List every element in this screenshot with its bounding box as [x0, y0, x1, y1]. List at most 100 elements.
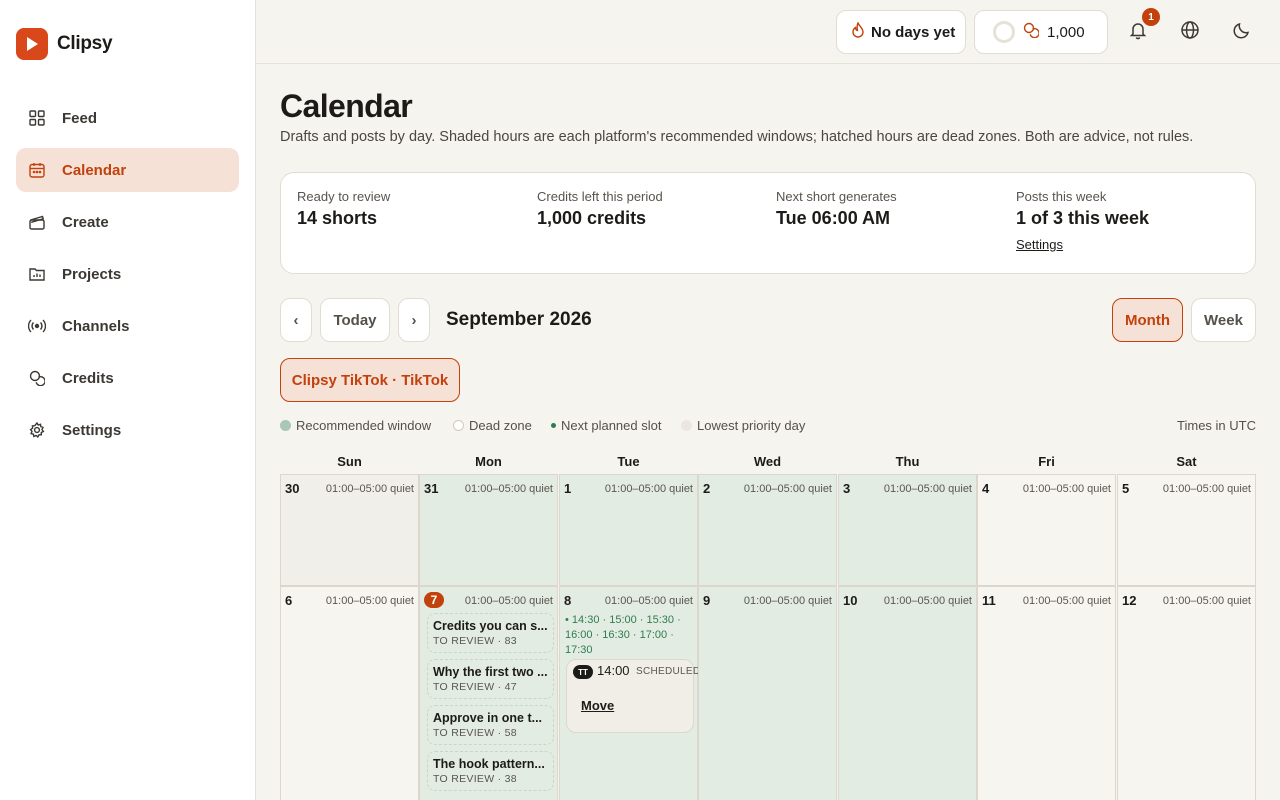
day-cell[interactable]: 3 01:00–05:00 quiet: [838, 474, 977, 586]
credits-value: 1,000: [1047, 23, 1085, 41]
draft-meta: TO REVIEW · 47: [433, 681, 517, 693]
draft-title: Approve in one t...: [433, 711, 543, 725]
weekday-label: Thu: [895, 454, 920, 469]
draft-meta: TO REVIEW · 38: [433, 773, 517, 785]
moon-icon: [1232, 20, 1252, 45]
next-slot-dot-icon: [551, 423, 556, 428]
play-logo-icon: [16, 28, 48, 60]
quiet-hours-label: 01:00–05:00 quiet: [883, 595, 972, 607]
sidebar-item-create[interactable]: Create: [16, 200, 239, 244]
sidebar: Clipsy Feed Calendar Create Projects Cha…: [0, 0, 256, 800]
day-cell[interactable]: 11 01:00–05:00 quiet: [977, 586, 1116, 800]
day-cell-today[interactable]: 7 01:00–05:00 quiet Credits you can s...…: [419, 586, 558, 800]
draft-title: The hook pattern...: [433, 757, 545, 771]
settings-link[interactable]: Settings: [1016, 237, 1063, 252]
draft-card[interactable]: Why the first two ... TO REVIEW · 47: [427, 659, 554, 699]
day-cell[interactable]: 6 01:00–05:00 quiet: [280, 586, 419, 800]
draft-meta: TO REVIEW · 83: [433, 635, 517, 647]
clapper-icon: [28, 213, 46, 231]
draft-title: Why the first two ...: [433, 665, 548, 679]
calendar-icon: [28, 161, 46, 179]
day-cell[interactable]: 8 01:00–05:00 quiet • 14:30 · 15:00 · 15…: [559, 586, 700, 800]
quiet-hours-label: 01:00–05:00 quiet: [883, 483, 972, 495]
stat-posts-this-week: Posts this week 1 of 3 this week Setting…: [1016, 189, 1149, 254]
lowest-priority-swatch-icon: [681, 420, 692, 431]
stat-value: 1,000 credits: [537, 208, 647, 228]
day-cell[interactable]: 2 01:00–05:00 quiet: [698, 474, 837, 586]
page-subtitle: Drafts and posts by day. Shaded hours ar…: [280, 129, 1194, 145]
recommended-swatch-icon: [280, 420, 291, 431]
draft-card[interactable]: Approve in one t... TO REVIEW · 58: [427, 705, 554, 745]
sidebar-item-label: Channels: [62, 317, 130, 335]
coins-icon: [28, 369, 46, 387]
quiet-hours-label: 01:00–05:00 quiet: [1162, 595, 1251, 607]
quiet-hours-label: 01:00–05:00 quiet: [604, 483, 693, 495]
grid-icon: [28, 109, 46, 127]
day-number: 12: [1122, 593, 1137, 608]
day-cell[interactable]: 30 01:00–05:00 quiet: [280, 474, 419, 586]
weekday-label: Sun: [337, 454, 362, 469]
sidebar-item-credits[interactable]: Credits: [16, 356, 239, 400]
planned-slots[interactable]: • 14:30 · 15:00 · 15:30 · 16:00 · 16:30 …: [565, 613, 693, 658]
day-number: 10: [843, 593, 858, 608]
scheduled-status: SCHEDULED: [636, 666, 701, 677]
day-cell[interactable]: 12 01:00–05:00 quiet: [1117, 586, 1256, 800]
globe-icon: [1180, 20, 1200, 45]
day-number: 5: [1122, 481, 1130, 496]
legend-label: Lowest priority day: [697, 418, 806, 433]
quiet-hours-label: 01:00–05:00 quiet: [604, 595, 693, 607]
notifications-button[interactable]: 1: [1122, 8, 1160, 48]
app-logo[interactable]: Clipsy: [16, 28, 113, 60]
legend-label: Next planned slot: [561, 418, 662, 433]
move-button[interactable]: Move: [581, 698, 614, 713]
sidebar-item-label: Projects: [62, 265, 122, 283]
day-cell[interactable]: 9 01:00–05:00 quiet: [698, 586, 837, 800]
legend-dead-zone: Dead zone: [453, 418, 532, 433]
scheduled-post-card[interactable]: TT 14:00 SCHEDULED Move: [566, 659, 700, 733]
day-cell[interactable]: 5 01:00–05:00 quiet: [1117, 474, 1256, 586]
next-month-button[interactable]: ›: [398, 298, 430, 342]
flame-icon: [851, 21, 865, 42]
prev-month-button[interactable]: ‹: [280, 298, 312, 342]
day-number: 3: [843, 481, 851, 496]
language-button[interactable]: [1174, 16, 1206, 48]
day-cell[interactable]: 4 01:00–05:00 quiet: [977, 474, 1116, 586]
draft-card[interactable]: The hook pattern... TO REVIEW · 38: [427, 751, 554, 791]
view-month-button[interactable]: Month: [1112, 298, 1183, 342]
streak-pill[interactable]: No days yet: [836, 10, 966, 54]
sidebar-item-calendar[interactable]: Calendar: [16, 148, 239, 192]
sidebar-item-label: Settings: [62, 421, 122, 439]
draft-card[interactable]: Credits you can s... TO REVIEW · 83: [427, 613, 554, 653]
day-cell[interactable]: 1 01:00–05:00 quiet: [559, 474, 698, 586]
month-label: September 2026: [446, 309, 592, 330]
today-button[interactable]: Today: [320, 298, 390, 342]
timezone-label: Times in UTC: [1177, 418, 1256, 433]
draft-title: Credits you can s...: [433, 619, 548, 633]
theme-toggle-button[interactable]: [1226, 16, 1258, 48]
stat-label: Posts this week: [1016, 189, 1107, 204]
weekday-label: Fri: [1038, 454, 1055, 469]
sidebar-item-projects[interactable]: Projects: [16, 252, 239, 296]
weekday-label: Wed: [753, 454, 782, 469]
view-week-button[interactable]: Week: [1191, 298, 1256, 342]
sidebar-item-channels[interactable]: Channels: [16, 304, 239, 348]
credits-pill[interactable]: 1,000: [974, 10, 1108, 54]
stat-next-short: Next short generates Tue 06:00 AM: [776, 189, 897, 229]
stat-value: 14 shorts: [297, 208, 378, 228]
sidebar-item-label: Create: [62, 213, 109, 231]
page-title: Calendar: [280, 88, 413, 124]
day-number: 31: [424, 481, 439, 496]
day-cell[interactable]: 10 01:00–05:00 quiet: [838, 586, 977, 800]
topbar: No days yet 1,000 1: [256, 0, 1280, 64]
day-number: 6: [285, 593, 293, 608]
gear-icon: [28, 421, 46, 439]
day-cell[interactable]: 31 01:00–05:00 quiet: [419, 474, 558, 586]
stat-value: 1 of 3 this week: [1016, 208, 1150, 228]
quiet-hours-label: 01:00–05:00 quiet: [325, 595, 414, 607]
quiet-hours-label: 01:00–05:00 quiet: [464, 483, 553, 495]
draft-meta: TO REVIEW · 58: [433, 727, 517, 739]
legend-label: Dead zone: [469, 418, 532, 433]
sidebar-item-settings[interactable]: Settings: [16, 408, 239, 452]
channel-filter-chip[interactable]: Clipsy TikTok · TikTok: [280, 358, 460, 402]
sidebar-item-feed[interactable]: Feed: [16, 96, 239, 140]
